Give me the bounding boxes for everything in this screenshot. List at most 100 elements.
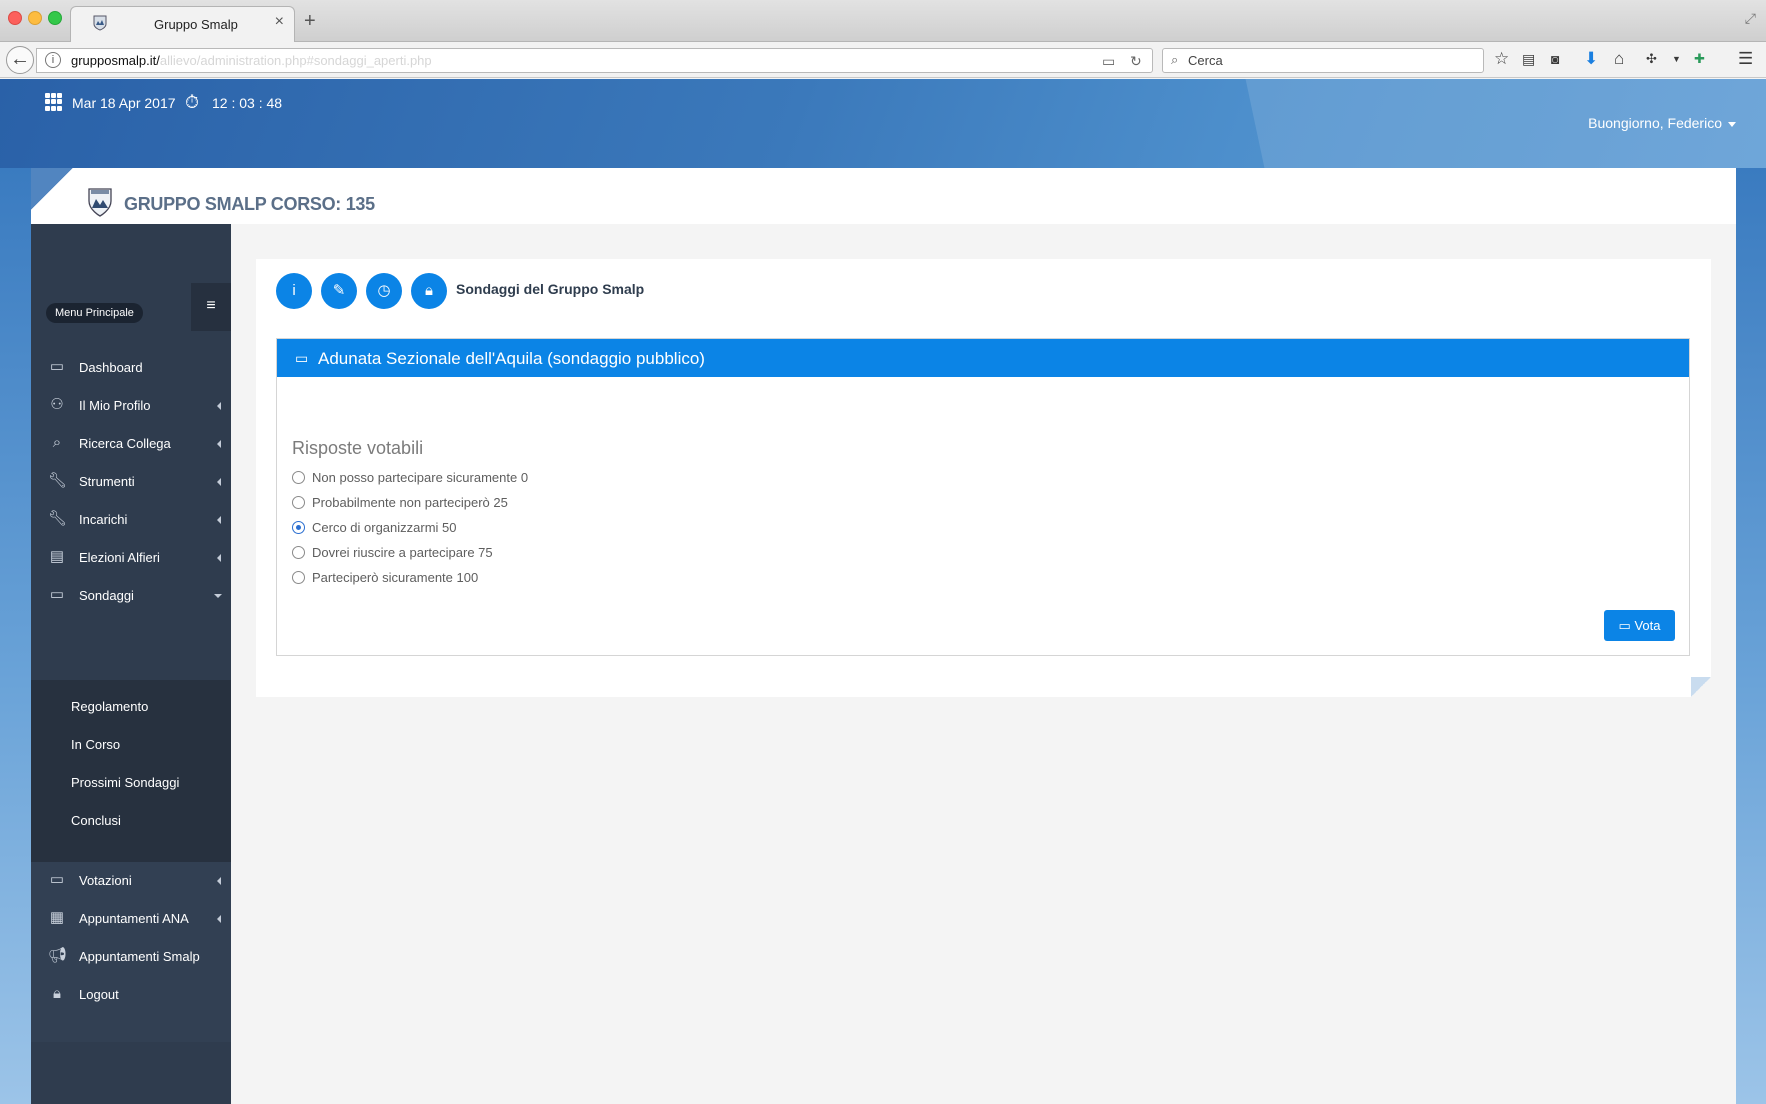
extension-icon[interactable]: ✣ — [1646, 51, 1657, 67]
sidebar-lower-section: ▭ Votazioni ▦ Appuntamenti ANA 📢︎ Appunt… — [31, 862, 231, 1042]
tab-gruppo-smalp[interactable]: Gruppo Smalp × — [70, 6, 295, 43]
clock-button[interactable]: ◷ — [366, 273, 402, 309]
answer-label: Cerco di organizzarmi 50 — [312, 520, 457, 535]
web-page: Mar 18 Apr 2017 ⏱ 12 : 03 : 48 Buongiorn… — [0, 79, 1766, 1104]
apps-grid-icon[interactable] — [45, 93, 63, 111]
extension-dropdown-icon[interactable]: ▼ — [1672, 54, 1681, 64]
sidebar-item-label: Appuntamenti ANA — [79, 911, 189, 926]
comment-icon: ▭ — [295, 350, 309, 366]
radio-button[interactable] — [292, 471, 305, 484]
monitor-icon: ▭ — [49, 358, 65, 375]
radio-button[interactable] — [292, 571, 305, 584]
user-greeting-dropdown[interactable]: Buongiorno, Federico — [1588, 115, 1736, 131]
radio-button[interactable] — [292, 546, 305, 559]
survey-panel-header: ▭ Adunata Sezionale dell'Aquila (sondagg… — [277, 339, 1689, 377]
sidebar-item-strumenti[interactable]: 🔧︎ Strumenti — [31, 463, 231, 501]
reload-icon[interactable]: ↻ — [1130, 53, 1142, 70]
page-title: Sondaggi del Gruppo Smalp — [456, 281, 645, 297]
fullscreen-icon[interactable]: ⤢ — [1745, 10, 1756, 27]
radio-button[interactable] — [292, 496, 305, 509]
wrench-icon: 🔧︎ — [48, 472, 68, 489]
caret-down-icon — [1728, 121, 1736, 127]
library-icon[interactable]: ▤ — [1522, 51, 1535, 68]
url-host: grupposmalp.it/ — [71, 53, 160, 68]
top-header: Mar 18 Apr 2017 ⏱ 12 : 03 : 48 Buongiorn… — [0, 79, 1766, 168]
search-icon: ⌕ — [1171, 52, 1179, 67]
lock-icon: 🔒︎ — [53, 985, 61, 1002]
current-time: 12 : 03 : 48 — [212, 95, 283, 111]
sidebar-item-label: Dashboard — [79, 360, 143, 375]
back-icon: ← — [10, 48, 30, 70]
url-bar[interactable]: i grupposmalp.it/allievo/administration.… — [36, 48, 1153, 73]
sidebar-toggle-button[interactable]: ≡ — [191, 283, 231, 331]
sidebar-item-label: Votazioni — [79, 873, 132, 888]
sidebar-item-appuntamenti-ana[interactable]: ▦ Appuntamenti ANA — [31, 900, 231, 938]
bookmark-star-icon[interactable]: ☆ — [1494, 49, 1509, 69]
caret-down-icon — [214, 594, 222, 598]
comment-icon: ▭ — [49, 586, 65, 603]
survey-panel: ▭ Adunata Sezionale dell'Aquila (sondagg… — [276, 338, 1690, 656]
comment-icon: ▭ — [1618, 618, 1631, 633]
menu-label: Menu Principale — [46, 303, 143, 323]
tab-close-icon[interactable]: × — [275, 13, 284, 31]
search-box[interactable]: ⌕ Cerca — [1162, 48, 1484, 73]
caret-left-icon — [217, 554, 221, 562]
caret-left-icon — [217, 478, 221, 486]
sidebar-item-votazioni[interactable]: ▭ Votazioni — [31, 862, 231, 900]
corner-fold-decoration — [31, 168, 73, 210]
sidebar-item-incarichi[interactable]: 🔧︎ Incarichi — [31, 501, 231, 539]
answer-label: Parteciperò sicuramente 100 — [312, 570, 479, 585]
back-button[interactable]: ← — [6, 46, 34, 74]
sidebar-item-label: Elezioni Alfieri — [79, 550, 160, 565]
brand-title: GRUPPO SMALP CORSO: 135 — [124, 194, 375, 214]
search-icon: ⌕ — [52, 434, 62, 451]
sidebar-item-logout[interactable]: 🔒︎ Logout — [31, 976, 231, 1014]
lock-button[interactable]: 🔒︎ — [411, 273, 447, 309]
brand-bar: GRUPPO SMALP CORSO: 135 — [31, 168, 1736, 224]
caret-left-icon — [217, 915, 221, 923]
sidebar-item-label: Ricerca Collega — [79, 436, 171, 451]
submenu-item-prossimi-sondaggi[interactable]: Prossimi Sondaggi — [71, 775, 179, 790]
new-tab-button[interactable]: + — [304, 10, 316, 33]
left-background — [0, 168, 31, 1104]
corner-fold-decoration — [1691, 677, 1711, 697]
navigation-toolbar: ← i grupposmalp.it/allievo/administratio… — [0, 42, 1766, 78]
close-window-button[interactable] — [8, 11, 22, 25]
addon-icon[interactable]: ✚ — [1694, 51, 1705, 67]
vote-button[interactable]: ▭ Vota — [1604, 610, 1675, 641]
submenu-item-regolamento[interactable]: Regolamento — [71, 699, 148, 714]
sidebar-item-sondaggi[interactable]: ▭ Sondaggi — [31, 577, 231, 615]
download-icon[interactable]: ⬇ — [1584, 49, 1598, 69]
hamburger-icon: ≡ — [206, 297, 216, 314]
sidebar-item-dashboard[interactable]: ▭ Dashboard — [31, 349, 231, 387]
lock-icon: 🔒︎ — [425, 282, 433, 299]
url-path: allievo/administration.php#sondaggi_aper… — [159, 53, 432, 68]
pocket-icon[interactable]: ◙ — [1551, 51, 1559, 67]
megaphone-icon: 📢︎ — [48, 947, 68, 964]
minimize-window-button[interactable] — [28, 11, 42, 25]
edit-button[interactable]: ✎ — [321, 273, 357, 309]
sidebar-item-elezioni-alfieri[interactable]: ▤ Elezioni Alfieri — [31, 539, 231, 577]
answer-label: Non posso partecipare sicuramente 0 — [312, 470, 529, 485]
sidebar-item-profilo[interactable]: ⚇ Il Mio Profilo — [31, 387, 231, 425]
sidebar-item-ricerca-collega[interactable]: ⌕ Ricerca Collega — [31, 425, 231, 463]
reader-view-icon[interactable]: ▭ — [1102, 53, 1115, 70]
search-placeholder: Cerca — [1188, 53, 1223, 68]
caret-left-icon — [217, 402, 221, 410]
menu-icon[interactable]: ☰ — [1738, 49, 1753, 69]
answers-section-title: Risposte votabili — [292, 438, 424, 458]
caret-left-icon — [217, 440, 221, 448]
home-icon[interactable]: ⌂ — [1614, 49, 1624, 69]
submenu-item-in-corso[interactable]: In Corso — [71, 737, 120, 752]
zoom-window-button[interactable] — [48, 11, 62, 25]
submenu-item-conclusi[interactable]: Conclusi — [71, 813, 121, 828]
main-content: i ✎ ◷ 🔒︎ Sondaggi del Gruppo Smalp ▭ Adu… — [256, 259, 1711, 697]
radio-button-selected[interactable] — [292, 521, 305, 534]
sidebar-item-appuntamenti-smalp[interactable]: 📢︎ Appuntamenti Smalp — [31, 938, 231, 976]
sidebar-item-label: Logout — [79, 987, 119, 1002]
caret-left-icon — [217, 877, 221, 885]
info-button[interactable]: i — [276, 273, 312, 309]
site-info-icon[interactable]: i — [45, 52, 61, 68]
info-icon: i — [292, 282, 296, 299]
caret-left-icon — [217, 516, 221, 524]
